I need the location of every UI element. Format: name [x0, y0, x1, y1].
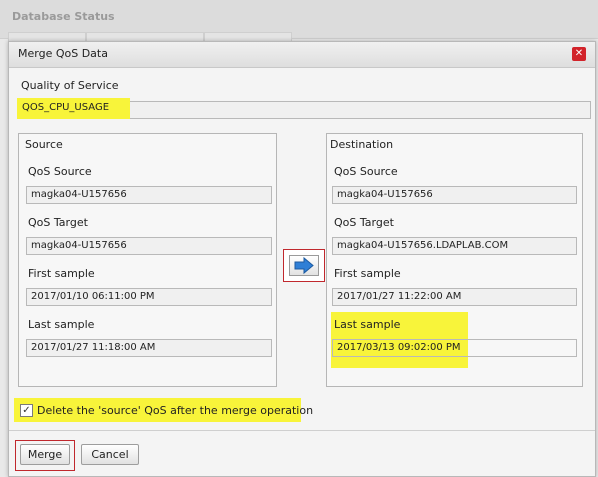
qos-value: QOS_CPU_USAGE — [22, 102, 110, 113]
close-icon: ✕ — [574, 48, 584, 59]
destination-qos-target-field[interactable]: magka04-U157656.LDAPLAB.COM — [332, 237, 577, 255]
background-tab — [86, 32, 204, 41]
arrow-right-icon — [294, 256, 314, 275]
background-tab — [8, 32, 86, 41]
background-title: Database Status — [12, 10, 115, 23]
arrow-button-face — [289, 255, 319, 276]
delete-source-label: Delete the 'source' QoS after the merge … — [37, 404, 314, 417]
merge-button[interactable]: Merge — [20, 444, 70, 465]
destination-heading: Destination — [330, 138, 394, 151]
source-last-sample-label: Last sample — [28, 318, 95, 331]
background-tab — [204, 32, 292, 41]
qos-label: Quality of Service — [21, 79, 119, 92]
source-qos-target-label: QoS Target — [28, 216, 88, 229]
footer-divider — [9, 430, 595, 431]
destination-first-sample-field[interactable]: 2017/01/27 11:22:00 AM — [332, 288, 577, 306]
source-heading: Source — [25, 138, 63, 151]
source-last-sample-field[interactable]: 2017/01/27 11:18:00 AM — [26, 339, 272, 357]
destination-last-sample-field[interactable]: 2017/03/13 09:02:00 PM — [332, 339, 577, 357]
cancel-button[interactable]: Cancel — [81, 444, 139, 465]
source-qos-source-label: QoS Source — [28, 165, 92, 178]
check-icon: ✓ — [22, 405, 31, 416]
destination-first-sample-label: First sample — [334, 267, 401, 280]
source-first-sample-field[interactable]: 2017/01/10 06:11:00 PM — [26, 288, 272, 306]
dialog-titlebar: Merge QoS Data ✕ — [9, 42, 595, 68]
merge-qos-dialog: Merge QoS Data ✕ Quality of Service QOS_… — [8, 41, 596, 477]
destination-qos-target-label: QoS Target — [334, 216, 394, 229]
destination-last-sample-label: Last sample — [334, 318, 401, 331]
source-qos-source-field[interactable]: magka04-U157656 — [26, 186, 272, 204]
close-button[interactable]: ✕ — [572, 47, 586, 61]
source-qos-target-field[interactable]: magka04-U157656 — [26, 237, 272, 255]
delete-source-checkbox[interactable]: ✓ — [20, 404, 33, 417]
source-first-sample-label: First sample — [28, 267, 95, 280]
destination-qos-source-label: QoS Source — [334, 165, 398, 178]
merge-direction-button[interactable] — [283, 249, 325, 282]
destination-qos-source-field[interactable]: magka04-U157656 — [332, 186, 577, 204]
dialog-title: Merge QoS Data — [18, 47, 108, 60]
